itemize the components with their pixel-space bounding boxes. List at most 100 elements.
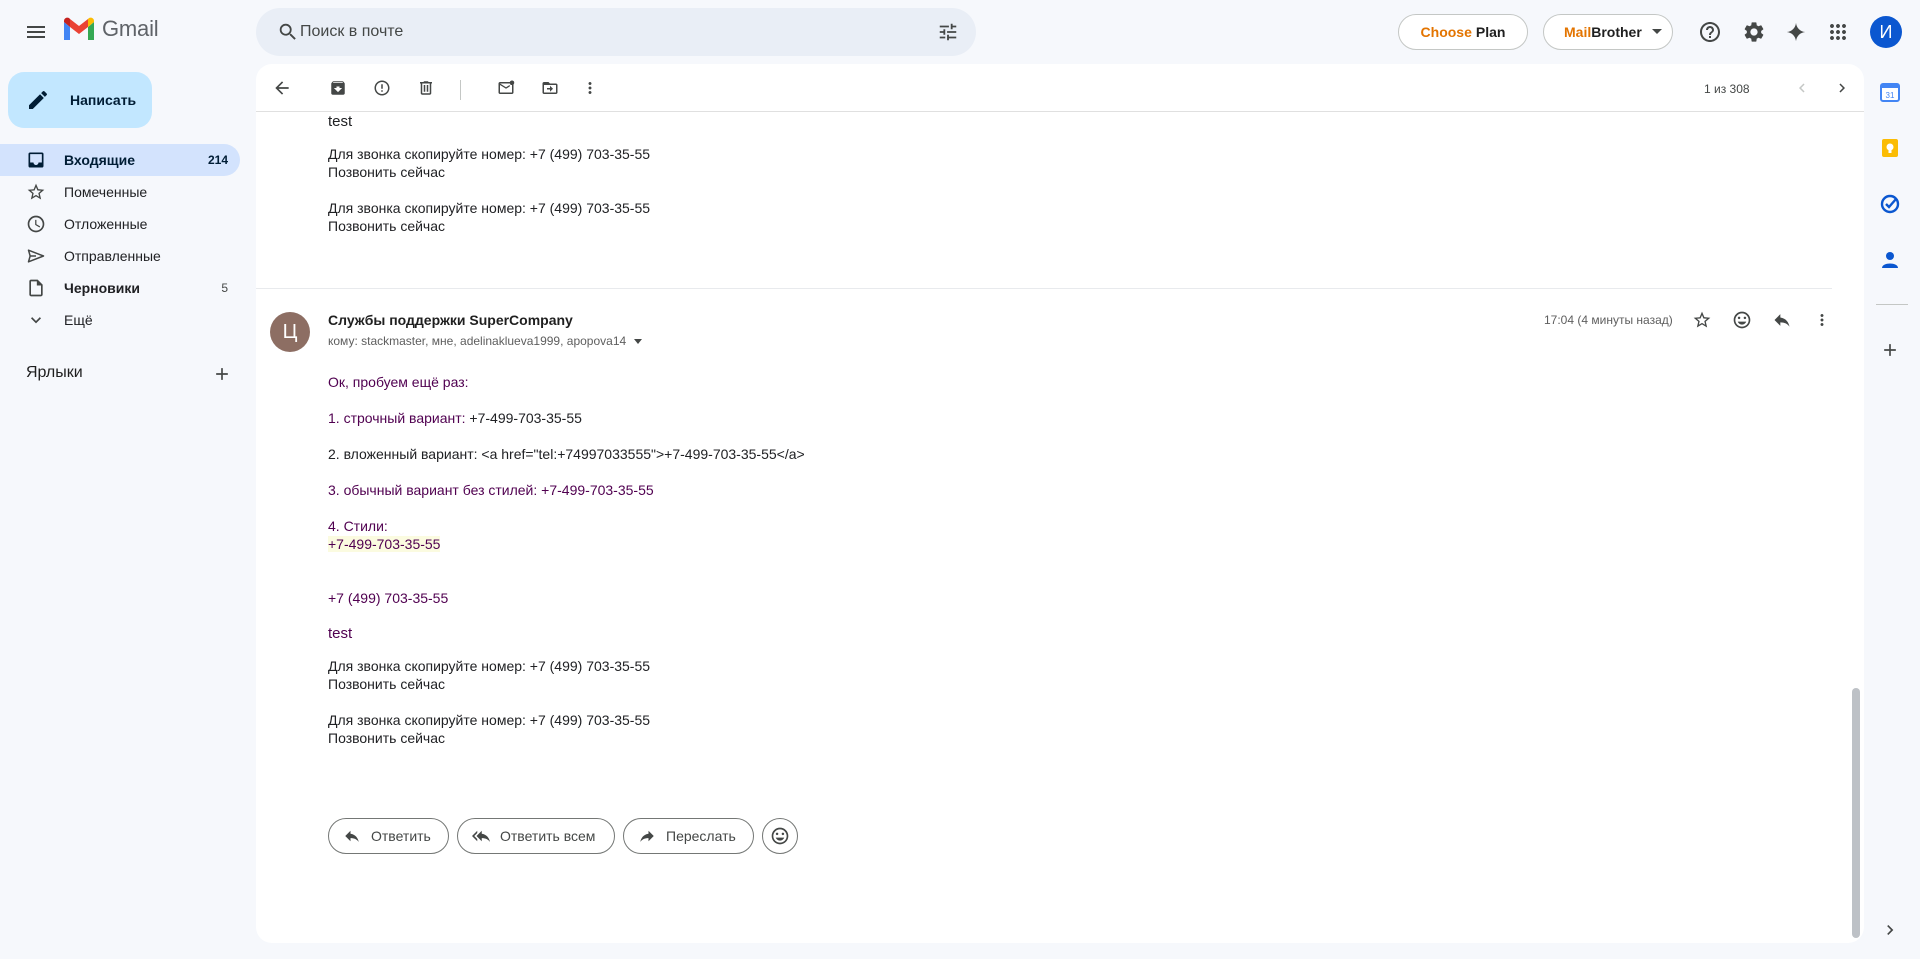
svg-text:31: 31 <box>1886 91 1895 100</box>
chevron-down-icon <box>31 317 41 324</box>
back-arrow-icon[interactable] <box>262 68 302 108</box>
body-call-now-2[interactable]: Позвонить сейчас <box>328 729 445 747</box>
gmail-logo[interactable]: Gmail <box>62 16 159 42</box>
recipients-text: кому: stackmaster, мне, adelinaklueva199… <box>328 334 627 348</box>
archive-icon[interactable] <box>318 68 358 108</box>
trash-icon[interactable] <box>406 68 446 108</box>
search-input[interactable] <box>300 8 860 56</box>
reply-all-button[interactable]: Ответить всем <box>457 818 615 854</box>
keep-icon[interactable] <box>1880 138 1904 162</box>
sidebar-item-snoozed[interactable]: Отложенные <box>0 208 240 240</box>
prev-call-now-1[interactable]: Позвонить сейчас <box>328 163 445 181</box>
tasks-icon[interactable] <box>1880 194 1904 218</box>
sender-name[interactable]: Службы поддержки SuperCompany <box>328 312 573 328</box>
star-message-icon[interactable] <box>1682 300 1722 340</box>
pager-count: 1 из 308 <box>1704 82 1750 96</box>
mark-unread-icon[interactable] <box>486 68 526 108</box>
line4-label: 4. Стили: <box>328 518 388 534</box>
show-details-caret-icon[interactable] <box>634 338 643 344</box>
search-options-icon[interactable] <box>928 12 968 52</box>
report-spam-icon[interactable] <box>362 68 402 108</box>
line3-phone[interactable]: +7-499-703-35-55 <box>541 482 653 498</box>
add-label-plus-icon[interactable] <box>202 354 242 394</box>
choose-plan-button[interactable]: Choose Plan <box>1398 14 1528 50</box>
body-call-line-1: Для звонка скопируйте номер: +7 (499) 70… <box>328 658 651 674</box>
contacts-icon[interactable] <box>1880 250 1904 274</box>
sidebar-item-starred[interactable]: Помеченные <box>0 176 240 208</box>
body-test: test <box>328 625 353 642</box>
more-vert-icon[interactable] <box>570 68 610 108</box>
settings-gear-icon[interactable] <box>1734 12 1774 52</box>
search-bar[interactable] <box>256 8 976 56</box>
move-to-folder-icon[interactable] <box>530 68 570 108</box>
body-intro: Ок, пробуем ещё раз: <box>328 374 469 390</box>
sender-avatar[interactable]: Ц <box>270 312 310 352</box>
body-phone-formatted[interactable]: +7 (499) 703-35-55 <box>328 589 448 607</box>
line4-phone[interactable]: +7-499-703-35-55 <box>328 536 441 552</box>
compose-label: Написать <box>70 92 137 108</box>
apps-grid-icon[interactable] <box>1818 12 1858 52</box>
smiley-icon <box>771 827 789 845</box>
prev-call-now-2[interactable]: Позвонить сейчас <box>328 217 445 235</box>
clock-icon <box>27 215 45 233</box>
emoji-reaction-button[interactable] <box>762 818 798 854</box>
inbox-icon <box>28 152 44 168</box>
reply-all-label: Ответить всем <box>500 828 596 844</box>
calendar-icon[interactable]: 31 <box>1880 82 1904 106</box>
labels-title: Ярлыки <box>26 364 83 381</box>
toolbar-divider <box>460 80 461 100</box>
mailbrother-label-2: Brother <box>1591 24 1642 40</box>
help-icon[interactable] <box>1690 12 1730 52</box>
drafts-count: 5 <box>221 281 228 295</box>
draft-icon <box>29 279 43 297</box>
reply-button[interactable]: Ответить <box>328 818 449 854</box>
star-icon <box>27 183 45 200</box>
body-line-2: 2. вложенный вариант: <a href="tel:+7499… <box>328 446 805 462</box>
sidebar-item-label: Отложенные <box>64 216 148 232</box>
choose-plan-label-2: Plan <box>1475 24 1506 40</box>
unread-count: 214 <box>207 153 228 167</box>
sidebar-item-drafts[interactable]: Черновики 5 <box>0 272 240 304</box>
account-avatar[interactable]: И <box>1870 16 1902 48</box>
forward-button[interactable]: Переслать <box>623 818 754 854</box>
message-toolbar: 1 из 308 <box>256 64 1864 112</box>
message-time: 17:04 (4 минуты назад) <box>1544 313 1673 327</box>
older-chevron-right-icon[interactable] <box>1822 68 1862 108</box>
get-addons-plus-icon[interactable] <box>1880 340 1904 364</box>
expand-chevron-right-icon[interactable] <box>1880 920 1904 944</box>
scrollbar-thumb[interactable] <box>1852 688 1860 938</box>
sidebar-item-inbox[interactable]: Входящие 214 <box>0 144 240 176</box>
recipients-line[interactable]: кому: stackmaster, мне, adelinaklueva199… <box>328 334 643 348</box>
sidebar-item-sent[interactable]: Отправленные <box>0 240 240 272</box>
mailbrother-dropdown[interactable]: Mail Brother <box>1543 14 1673 50</box>
message-more-vert-icon[interactable] <box>1802 300 1842 340</box>
line1-label: 1. строчный вариант: <box>328 410 470 426</box>
line1-phone[interactable]: +7-499-703-35-55 <box>469 410 581 426</box>
main-menu-icon[interactable] <box>16 12 56 52</box>
choose-plan-label-1: Choose <box>1420 24 1472 40</box>
sidebar-item-label: Черновики <box>64 280 141 296</box>
message-divider <box>256 288 1832 289</box>
pencil-icon <box>29 90 48 109</box>
compose-button[interactable]: Написать <box>8 72 152 128</box>
top-bar: Gmail Choose Plan MailBrother И <box>0 0 1920 64</box>
prev-call-line-2: Для звонка скопируйте номер: +7 (499) 70… <box>328 200 651 216</box>
send-icon <box>27 249 45 263</box>
reply-label: Ответить <box>371 828 431 844</box>
app-name: Gmail <box>102 16 159 41</box>
body-call-line-2: Для звонка скопируйте номер: +7 (499) 70… <box>328 712 651 728</box>
sidebar-item-more[interactable]: Ещё <box>0 304 240 336</box>
forward-icon <box>640 830 654 842</box>
sidebar-item-label: Ещё <box>64 312 93 328</box>
body-call-now-1[interactable]: Позвонить сейчас <box>328 675 445 693</box>
gemini-sparkle-icon[interactable] <box>1776 12 1816 52</box>
sidebar-item-label: Входящие <box>64 152 135 168</box>
reply-icon <box>345 830 359 842</box>
sidebar-item-label: Помеченные <box>64 184 148 200</box>
reply-all-icon <box>472 830 490 842</box>
newer-chevron-left-icon[interactable] <box>1782 68 1822 108</box>
line3-label: 3. обычный вариант без стилей: <box>328 482 542 498</box>
caret-down-icon <box>1652 29 1662 34</box>
add-reaction-emoji-icon[interactable] <box>1722 300 1762 340</box>
reply-arrow-icon[interactable] <box>1762 300 1802 340</box>
